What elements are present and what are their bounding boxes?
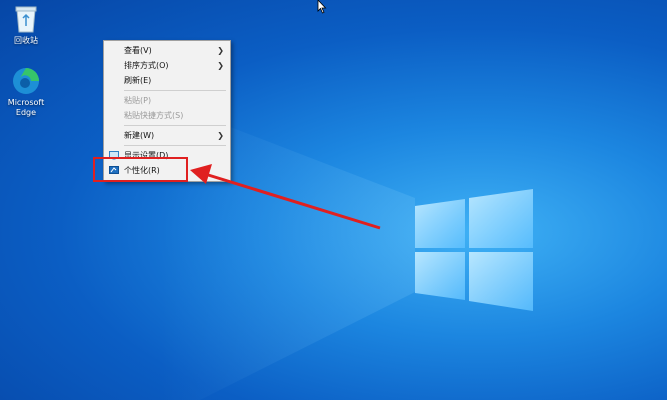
annotation-arrow-icon — [190, 164, 381, 230]
desktop[interactable]: 回收站 Microsoft Edge 查看(V) ❯ 排序方式(O) ❯ 刷新(… — [0, 0, 667, 400]
